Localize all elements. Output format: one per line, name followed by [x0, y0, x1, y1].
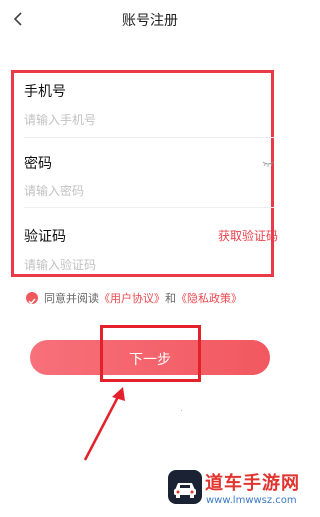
- password-label: 密码: [24, 156, 52, 172]
- annotation-arrow-icon: [83, 387, 125, 461]
- divider: [24, 207, 274, 208]
- agreement-prefix: 同意并阅读: [44, 292, 99, 305]
- agreement-checkbox[interactable]: [26, 292, 38, 305]
- password-visibility-toggle[interactable]: [262, 153, 274, 167]
- code-label: 验证码: [24, 229, 66, 245]
- eye-closed-icon: [262, 161, 274, 167]
- agreement-text: 同意并阅读《用户协议》和《隐私政策》: [44, 290, 242, 306]
- watermark-url: www.lmwwsz.com: [206, 495, 297, 506]
- get-code-button[interactable]: 获取验证码: [218, 227, 278, 244]
- car-icon: [174, 483, 196, 498]
- check-icon: [28, 298, 36, 305]
- watermark-logo: [168, 470, 202, 504]
- password-input[interactable]: [24, 182, 224, 200]
- next-button-highlight-frame: [100, 325, 201, 382]
- code-input[interactable]: [24, 256, 224, 274]
- agreement-conjunction: 和: [165, 292, 176, 305]
- page-title: 账号注册: [122, 13, 178, 29]
- divider: [24, 137, 274, 138]
- user-agreement-link[interactable]: 《用户协议》: [99, 292, 165, 305]
- watermark-title: 道车手游网: [205, 473, 300, 494]
- privacy-policy-link[interactable]: 《隐私政策》: [176, 292, 242, 305]
- phone-input[interactable]: [24, 111, 224, 129]
- dot: [181, 410, 182, 411]
- phone-label: 手机号: [24, 84, 66, 100]
